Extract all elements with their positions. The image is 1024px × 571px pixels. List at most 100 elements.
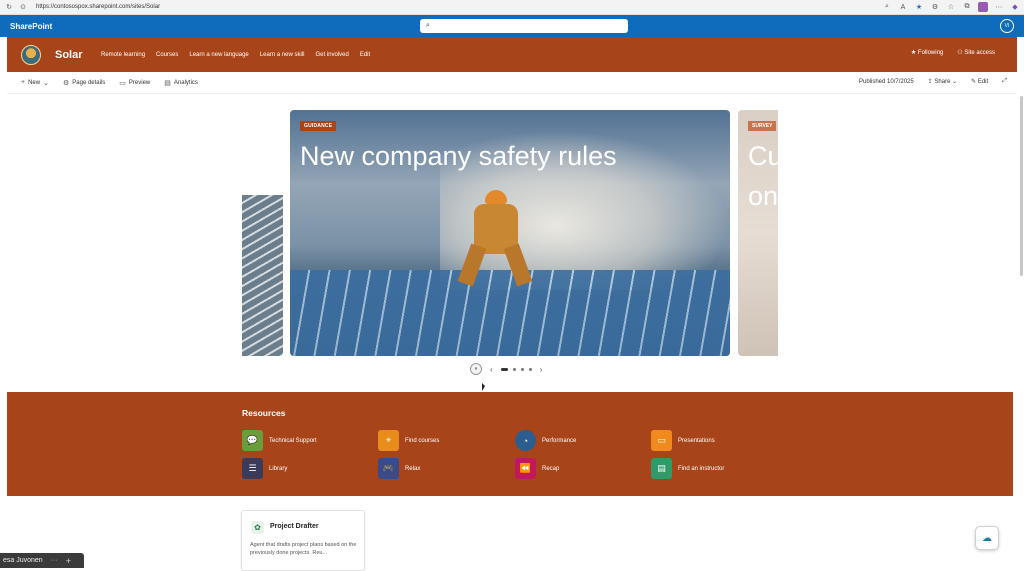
page-details-label: Page details [72,79,106,86]
resource-presentations[interactable]: ▭ Presentations [651,430,715,451]
chevron-down-icon: ⌄ [950,79,958,85]
resource-label: Find courses [405,437,440,444]
site-access-label: Site access [964,50,995,56]
command-bar: + New ⌄ ⚙ Page details ▭ Preview ▤ Analytics … [7,72,1017,94]
carousel-slide-next[interactable]: SURVEY Cu on [738,110,778,356]
carousel-dot[interactable] [520,367,524,371]
worker-helmet [485,190,507,204]
carousel-dot[interactable] [512,367,516,371]
lower-content: ✿ Project Drafter Agent that drafts proj… [7,496,1013,571]
star-icon: ★ [910,50,918,56]
share-button[interactable]: ⇪ Share ⌄ [928,78,957,85]
refresh-icon[interactable]: ↻ [4,2,14,12]
carousel-slide-current[interactable]: GUIDANCE New company safety rules [290,110,730,356]
nav-item-learn-language[interactable]: Learn a new language [189,52,248,58]
copilot-icon: ☁ [982,532,992,544]
library-icon: ☰ [242,458,263,479]
address-url[interactable]: https://contosospox.sharepoint.com/sites… [36,4,160,10]
analytics-icon: ▤ [164,79,171,87]
chevron-left-icon[interactable]: ‹ [490,365,493,374]
resource-library[interactable]: ☰ Library [242,458,287,479]
chevron-right-icon[interactable]: › [540,365,543,374]
plus-icon[interactable]: + [66,556,71,566]
agent-card-description: Agent that drafts project plans based on… [250,542,357,556]
resource-label: Find an instructor [678,465,725,472]
resource-label: Recap [542,465,560,472]
header-actions: ★ Following ⚇ Site access [911,49,995,56]
copilot-floating-button[interactable]: ☁ [975,526,999,550]
nav-item-learn-skill[interactable]: Learn a new skill [260,52,305,58]
profile-avatar[interactable] [978,2,988,12]
carousel-dot[interactable] [500,367,508,371]
pencil-icon: ✎ [971,79,978,85]
favorites-icon[interactable]: ☆ [946,3,956,11]
scrollbar[interactable] [1020,96,1023,276]
page-details-button[interactable]: ⚙ Page details [63,79,105,87]
meeting-chip[interactable]: esa Juvonen ··· + [0,553,84,568]
site-navigation: Remote learning Courses Learn a new lang… [101,52,370,58]
resource-performance[interactable]: ◔ Performance [515,430,576,451]
nav-item-get-involved[interactable]: Get involved [315,52,348,58]
resource-label: Relax [405,465,421,472]
resource-label: Library [269,465,288,472]
nav-item-edit[interactable]: Edit [360,52,370,58]
worker-leg [457,243,487,287]
carousel-slide-previous[interactable] [242,110,283,356]
favorite-star-icon[interactable]: ★ [914,3,924,11]
chevron-down-icon: ⌄ [43,79,49,87]
agent-card-title: Project Drafter [270,523,319,530]
search-icon: ⌕ [426,22,430,29]
site-title[interactable]: Solar [55,49,87,61]
carousel-dots [500,367,532,371]
preview-button[interactable]: ▭ Preview [119,79,150,87]
browser-window: ↻ ⊙ https://contosospox.sharepoint.com/s… [0,0,1024,571]
extensions-icon[interactable]: ⚙ [930,3,940,11]
rewind-icon: ⏪ [515,458,536,479]
resource-recap[interactable]: ⏪ Recap [515,458,559,479]
copilot-icon[interactable]: ◆ [1010,3,1020,11]
more-icon[interactable]: ··· [51,557,58,564]
user-avatar[interactable]: VI [1000,19,1014,33]
read-aloud-icon[interactable]: A [898,4,908,11]
carousel-controls: ⏸ ‹ › [470,363,542,375]
resource-technical-support[interactable]: 💬 Technical Support [242,430,317,451]
solar-panels-image [242,195,283,356]
hero-carousel: GUIDANCE New company safety rules SURVEY… [7,94,1017,392]
gear-icon: ⚙ [62,79,70,87]
pause-icon[interactable]: ⏸ [470,363,482,375]
slide-title-partial: Cu on [748,141,778,211]
app-name[interactable]: SharePoint [10,22,52,31]
slide-title[interactable]: New company safety rules [300,136,620,176]
worker-image [457,190,533,287]
more-icon[interactable]: ⋯ [994,3,1004,11]
edit-button[interactable]: ✎ Edit [971,78,988,85]
resources-section: Resources 💬 Technical Support ⌖ Find cou… [7,392,1013,496]
resource-find-courses[interactable]: ⌖ Find courses [378,430,439,451]
site-logo[interactable] [21,44,41,65]
share-label: Share [934,79,951,85]
agent-icon: ✿ [251,521,264,534]
site-access-button[interactable]: ⚇ Site access [957,49,995,56]
zoom-icon[interactable]: ⌕ [882,3,892,11]
browser-toolbar: ⌕ A ★ ⚙ ☆ ⧉ ⋯ ◆ [882,2,1020,12]
resource-label: Technical Support [269,437,317,444]
mouse-cursor [482,383,485,391]
resource-find-instructor[interactable]: ▤ Find an instructor [651,458,724,479]
following-button[interactable]: ★ Following [911,49,943,56]
nav-item-remote-learning[interactable]: Remote learning [101,52,145,58]
search-input[interactable]: ⌕ [420,19,628,33]
analytics-label: Analytics [173,79,198,86]
preview-label: Preview [128,79,151,86]
analytics-button[interactable]: ▤ Analytics [164,79,198,87]
collections-icon[interactable]: ⧉ [962,3,972,11]
gamepad-icon: 🎮 [378,458,399,479]
monitor-icon: ▭ [651,430,672,451]
expand-icon[interactable]: ⤢ [1002,78,1007,85]
nav-item-courses[interactable]: Courses [156,52,178,58]
following-label: Following [917,50,944,56]
carousel-dot[interactable] [528,367,532,371]
resource-relax[interactable]: 🎮 Relax [378,458,420,479]
new-button[interactable]: + New ⌄ [21,79,49,87]
browser-address-bar: ↻ ⊙ https://contosospox.sharepoint.com/s… [0,0,1024,15]
agent-card[interactable]: ✿ Project Drafter Agent that drafts proj… [241,510,365,571]
